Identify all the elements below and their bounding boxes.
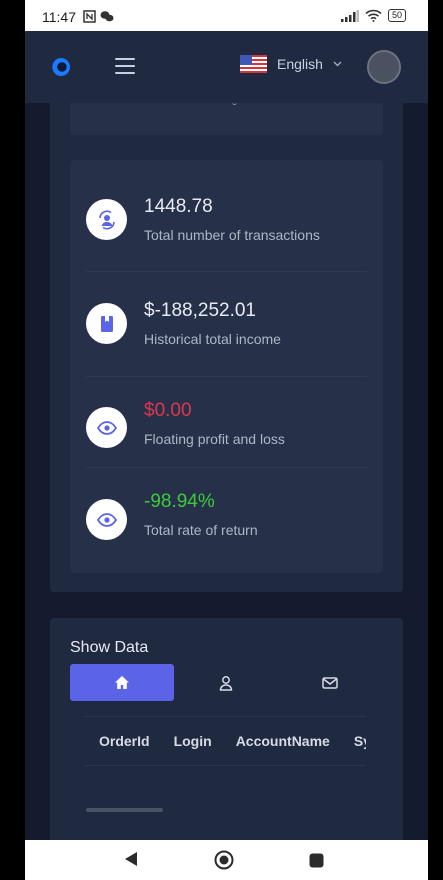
- chevron-down-icon: [333, 61, 342, 67]
- back-icon[interactable]: [124, 851, 138, 867]
- menu-icon[interactable]: [115, 58, 135, 74]
- user-cycle-icon: [86, 199, 127, 240]
- tab-profile[interactable]: [174, 664, 278, 701]
- us-flag-icon: [240, 55, 267, 73]
- home-icon: [115, 676, 129, 689]
- tab-messages[interactable]: [278, 664, 382, 701]
- signal-icon: [340, 9, 359, 22]
- user-icon: [219, 675, 233, 691]
- eye-icon: [86, 499, 127, 540]
- battery-icon: 50: [387, 9, 406, 22]
- divider: [86, 271, 367, 272]
- account-stats-card: 1448.78 Total number of transactions $-1…: [50, 103, 403, 592]
- language-selector[interactable]: English: [240, 55, 342, 73]
- column-header-orderid[interactable]: OrderId: [99, 733, 150, 749]
- stat-label: Floating profit and loss: [144, 431, 285, 447]
- n-notification-icon: [83, 10, 96, 23]
- data-table-header: OrderId Login AccountName Sy: [84, 716, 366, 766]
- divider: [86, 467, 367, 468]
- home-button-icon[interactable]: [214, 850, 234, 870]
- status-time: 11:47: [42, 9, 76, 25]
- divider: [86, 376, 367, 377]
- system-nav-bar: [25, 840, 428, 880]
- stats-list: 1448.78 Total number of transactions $-1…: [70, 160, 383, 573]
- avatar[interactable]: [367, 50, 401, 84]
- section-title: Show Data: [70, 639, 149, 656]
- eye-icon: [86, 407, 127, 448]
- show-data-card: Show Data OrderId Login AccountName Sy: [50, 618, 403, 840]
- wifi-icon: [365, 9, 382, 22]
- mail-icon: [322, 676, 338, 689]
- stat-value: $0.00: [144, 400, 192, 421]
- top-header: English: [25, 31, 428, 103]
- stat-value: $-188,252.01: [144, 300, 256, 321]
- stat-label: Total number of transactions: [144, 227, 320, 243]
- recent-apps-icon[interactable]: [309, 853, 324, 868]
- language-label: English: [277, 56, 323, 72]
- previous-stat-box: [70, 103, 383, 135]
- column-header-accountname[interactable]: AccountName: [236, 733, 330, 749]
- stat-label: Total rate of return: [144, 522, 258, 538]
- stat-value: -98.94%: [144, 491, 215, 512]
- column-header-symbol[interactable]: Sy: [354, 733, 366, 749]
- app-logo[interactable]: [52, 58, 70, 76]
- app-screen: English 1448.78 Total number of transact…: [25, 31, 428, 840]
- wechat-icon: [100, 11, 114, 22]
- stat-value: 1448.78: [144, 196, 213, 217]
- column-header-login[interactable]: Login: [174, 733, 212, 749]
- stat-label: Historical total income: [144, 331, 281, 347]
- horizontal-scrollbar[interactable]: [86, 808, 163, 812]
- status-bar: 11:47 50: [25, 0, 428, 31]
- tab-home[interactable]: [70, 664, 174, 701]
- book-icon: [86, 303, 127, 344]
